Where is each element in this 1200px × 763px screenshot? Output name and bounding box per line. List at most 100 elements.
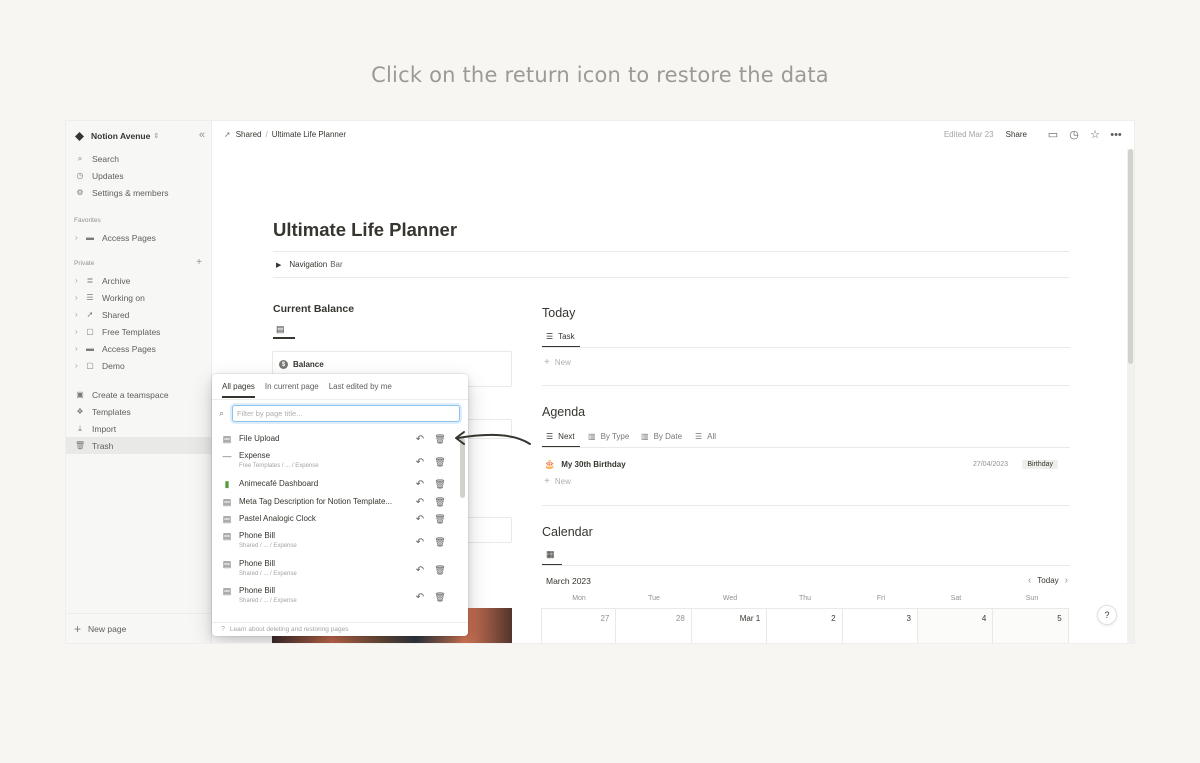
chevron-right-icon[interactable]: › <box>75 327 83 336</box>
collapse-sidebar-icon[interactable]: « <box>199 129 205 141</box>
divider <box>212 399 468 400</box>
sidebar-item-shared[interactable]: › ➚ Shared <box>66 306 212 323</box>
divider <box>542 385 1070 386</box>
agenda-new-button[interactable]: + New <box>544 476 571 487</box>
calendar-cell[interactable]: 3 <box>843 609 918 643</box>
restore-icon[interactable]: ↶ <box>414 434 426 445</box>
tab-next[interactable]: ☰ Next <box>546 432 575 441</box>
calendar-cell[interactable]: 2 <box>767 609 843 643</box>
navigation-toggle[interactable]: ▶ Navigation Bar <box>276 260 343 269</box>
sidebar-item-trash[interactable]: 🗑 Trash <box>66 437 212 454</box>
tab-task[interactable]: ☰ Task <box>546 332 575 341</box>
trash-footer-link[interactable]: Learn about deleting and restoring pages <box>230 626 349 633</box>
toggle-triangle-icon[interactable]: ▶ <box>276 261 281 269</box>
sidebar-item-access-pages-fav[interactable]: › ▬ Access Pages <box>66 229 212 246</box>
divider <box>542 447 1070 448</box>
new-page-button[interactable]: + New page <box>66 613 212 643</box>
chevron-right-icon[interactable]: › <box>75 293 83 302</box>
tab-by-type[interactable]: ▥ By Type <box>588 432 629 441</box>
tab-all[interactable]: ☰ All <box>695 432 716 441</box>
breadcrumb-current[interactable]: Ultimate Life Planner <box>272 130 346 139</box>
sidebar-item-access-pages[interactable]: › ▬ Access Pages <box>66 340 212 357</box>
calendar-cell[interactable]: 5 <box>993 609 1069 643</box>
delete-icon[interactable]: 🗑 <box>434 434 446 445</box>
chevron-right-icon[interactable]: › <box>75 310 83 319</box>
sidebar-item-import[interactable]: ⤓ Import <box>66 420 212 437</box>
restore-icon[interactable]: ↶ <box>414 537 426 548</box>
sidebar-item-demo[interactable]: › ▢ Demo <box>66 357 212 374</box>
sidebar-item-updates[interactable]: ◷ Updates <box>66 167 212 184</box>
document-icon: ▤ <box>222 514 232 524</box>
workspace-switcher[interactable]: Notion Avenue ⇕ « <box>75 129 205 143</box>
delete-icon[interactable]: 🗑 <box>434 479 446 490</box>
weekday-label: Fri <box>876 595 886 602</box>
sidebar-item-label: Access Pages <box>102 343 156 354</box>
gallery-view-icon[interactable]: ▤ <box>276 324 285 335</box>
calendar-cell[interactable]: 27 <box>541 609 617 643</box>
chevron-right-icon[interactable]: › <box>75 276 83 285</box>
restore-icon[interactable]: ↶ <box>414 457 426 468</box>
delete-icon[interactable]: 🗑 <box>434 514 446 525</box>
sidebar-item-search[interactable]: ⌕ Search <box>66 150 212 167</box>
tab-all-pages[interactable]: All pages <box>222 382 255 398</box>
sidebar-item-create-teamspace[interactable]: ▣ Create a teamspace <box>66 386 212 403</box>
chevron-left-icon[interactable]: ‹ <box>1028 575 1031 586</box>
chevron-right-icon[interactable]: › <box>75 233 83 242</box>
restore-icon[interactable]: ↶ <box>414 592 426 603</box>
tab-next-label: Next <box>558 432 575 441</box>
calendar-cell[interactable]: 28 <box>616 609 692 643</box>
clock-icon: ◷ <box>76 171 84 180</box>
sidebar-item-settings[interactable]: ⚙ Settings & members <box>66 184 212 201</box>
share-button[interactable]: Share <box>1006 130 1027 139</box>
page-scrollbar-thumb[interactable] <box>1128 149 1133 364</box>
restore-icon[interactable]: ↶ <box>414 565 426 576</box>
delete-icon[interactable]: 🗑 <box>434 457 446 468</box>
restore-icon[interactable]: ↶ <box>414 479 426 490</box>
page-title[interactable]: Ultimate Life Planner <box>273 219 457 241</box>
delete-icon[interactable]: 🗑 <box>434 565 446 576</box>
delete-icon[interactable]: 🗑 <box>434 592 446 603</box>
star-icon[interactable]: ☆ <box>1089 128 1101 141</box>
breadcrumb-parent[interactable]: Shared <box>236 130 262 139</box>
sidebar: Notion Avenue ⇕ « ⌕ Search ◷ Updates ⚙ S… <box>66 121 212 643</box>
history-icon[interactable]: ◷ <box>1068 128 1080 141</box>
delete-icon[interactable]: 🗑 <box>434 497 446 508</box>
chevron-right-icon[interactable]: › <box>75 361 83 370</box>
topbar: ➚ Shared / Ultimate Life Planner Edited … <box>212 121 1134 148</box>
weekday-label: Wed <box>722 595 738 602</box>
page-scrollbar[interactable] <box>1127 149 1134 643</box>
breadcrumb: ➚ Shared / Ultimate Life Planner <box>224 130 346 139</box>
calendar-cell[interactable]: 4 <box>917 609 994 643</box>
add-page-icon[interactable]: + <box>196 257 202 268</box>
tab-in-current-page[interactable]: In current page <box>265 382 319 398</box>
topbar-actions: Edited Mar 23 Share ▭ ◷ ☆ ••• <box>944 121 1122 148</box>
comment-icon[interactable]: ▭ <box>1047 128 1059 141</box>
agenda-row[interactable]: 🎂 My 30th Birthday 27/04/2023 Birthday <box>544 457 1064 471</box>
help-button[interactable]: ? <box>1097 605 1117 625</box>
view-tab-underline <box>273 337 295 339</box>
tab-by-date[interactable]: ▥ By Date <box>641 432 682 441</box>
chevron-right-icon[interactable]: › <box>1065 575 1068 586</box>
sidebar-item-templates[interactable]: ❖ Templates <box>66 403 212 420</box>
chevron-right-icon[interactable]: › <box>75 344 83 353</box>
sidebar-item-working-on[interactable]: › ☰ Working on <box>66 289 212 306</box>
restore-icon[interactable]: ↶ <box>414 497 426 508</box>
sidebar-item-archive[interactable]: › ≣ Archive <box>66 272 212 289</box>
today-button[interactable]: Today <box>1037 576 1058 585</box>
current-balance-heading: Current Balance <box>273 303 355 315</box>
send-icon: ➚ <box>224 130 231 139</box>
document-icon: ▢ <box>86 327 94 336</box>
delete-icon[interactable]: 🗑 <box>434 537 446 548</box>
today-new-button[interactable]: + New <box>544 357 571 368</box>
sidebar-item-free-templates[interactable]: › ▢ Free Templates <box>66 323 212 340</box>
calendar-cell[interactable]: Mar 1 <box>692 609 768 643</box>
restore-icon[interactable]: ↶ <box>414 514 426 525</box>
sidebar-item-label: Create a teamspace <box>92 389 169 400</box>
tab-last-edited-by-me[interactable]: Last edited by me <box>329 382 392 398</box>
trash-footer[interactable]: ? Learn about deleting and restoring pag… <box>212 622 468 636</box>
calendar-view-icon[interactable]: ▦ <box>546 549 555 560</box>
more-icon[interactable]: ••• <box>1110 129 1122 141</box>
divider <box>542 565 1070 566</box>
trash-filter-input[interactable] <box>232 405 460 422</box>
teamspace-icon: ▣ <box>76 390 84 399</box>
